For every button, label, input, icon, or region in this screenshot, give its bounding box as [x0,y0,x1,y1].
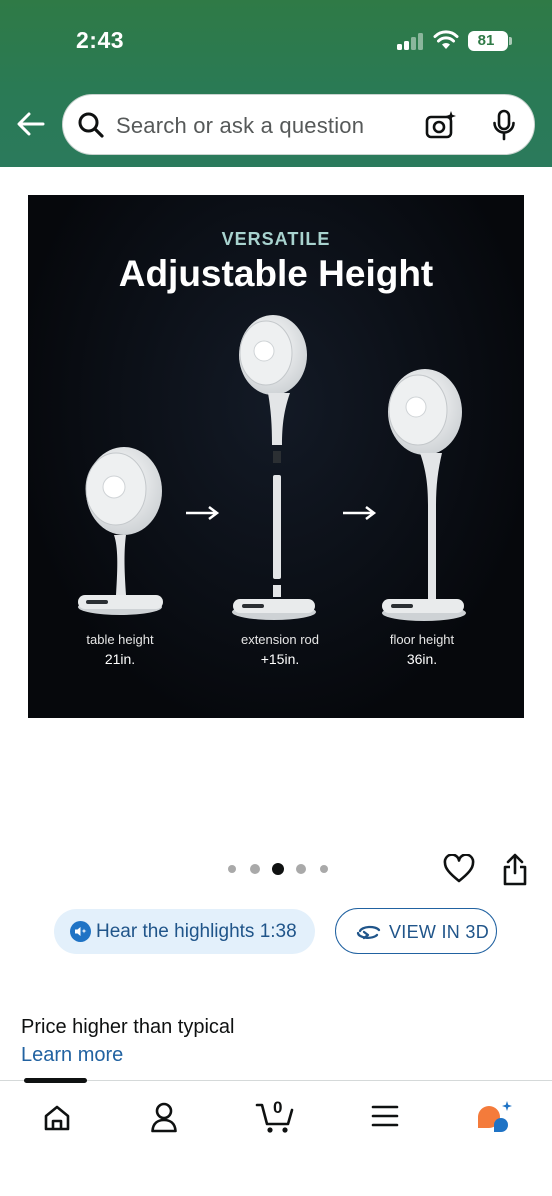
stage-value: 36in. [406,651,438,667]
account-icon[interactable] [150,1101,178,1133]
stage-caption-floor: floor height 36in. [352,632,492,667]
carousel-dot[interactable] [296,864,306,874]
fan-table-height [78,447,163,615]
stage-value: +15in. [260,651,300,667]
stage-caption-rod: extension rod +15in. [210,632,350,667]
heart-icon[interactable] [443,854,475,884]
view-in-3d-button[interactable]: VIEW IN 3D [335,908,497,954]
status-time: 2:43 [76,27,125,53]
bottom-navigation: 0 [0,1080,552,1196]
rotate-3d-icon [356,925,381,940]
battery-cap [509,37,512,45]
search-input[interactable]: Search or ask a question [116,113,364,139]
stage-value: 21in. [104,651,136,667]
wifi-icon [433,30,459,49]
cart-button[interactable]: 0 [255,1097,295,1135]
view-in-3d-label: VIEW IN 3D [389,922,490,942]
cellular-signal-icon [397,32,425,50]
back-arrow-icon[interactable] [15,110,47,138]
price-notice-text: Price higher than typical [21,1016,235,1038]
camera-sparkle-icon[interactable] [425,110,457,140]
fan-extension-rod [232,315,316,620]
active-tab-indicator [24,1078,87,1083]
carousel-dot[interactable] [250,864,260,874]
microphone-icon[interactable] [491,109,517,141]
stage-label: table height [86,632,154,647]
hear-highlights-label: Hear the highlights 1:38 [96,921,297,942]
stage-label: floor height [389,632,455,647]
stage-label: extension rod [240,632,320,647]
share-icon[interactable] [502,852,528,886]
fan-floor-height [382,369,466,621]
learn-more-link[interactable]: Learn more [21,1044,123,1067]
menu-icon[interactable] [371,1104,399,1128]
speaker-sparkle-icon [70,921,91,942]
search-bar[interactable]: Search or ask a question [62,94,535,155]
battery-level: 81 [477,32,495,49]
stage-caption-table: table height 21in. [50,632,190,667]
carousel-dot[interactable] [320,865,328,873]
product-image[interactable]: VERSATILE Adjustable Height table height… [28,195,524,718]
carousel-dots[interactable] [226,863,336,875]
status-bar: 2:43 81 [0,0,552,82]
cart-count: 0 [273,1098,283,1117]
carousel-dot-active[interactable] [272,863,284,875]
hear-highlights-button[interactable]: Hear the highlights 1:38 [54,909,315,954]
carousel-dot[interactable] [228,865,236,873]
search-icon [78,112,104,138]
home-icon[interactable] [42,1103,72,1133]
app-header: 2:43 81 Search or ask a question [0,0,552,167]
battery-icon: 81 [468,31,508,51]
rufus-assistant-icon[interactable] [474,1099,514,1135]
